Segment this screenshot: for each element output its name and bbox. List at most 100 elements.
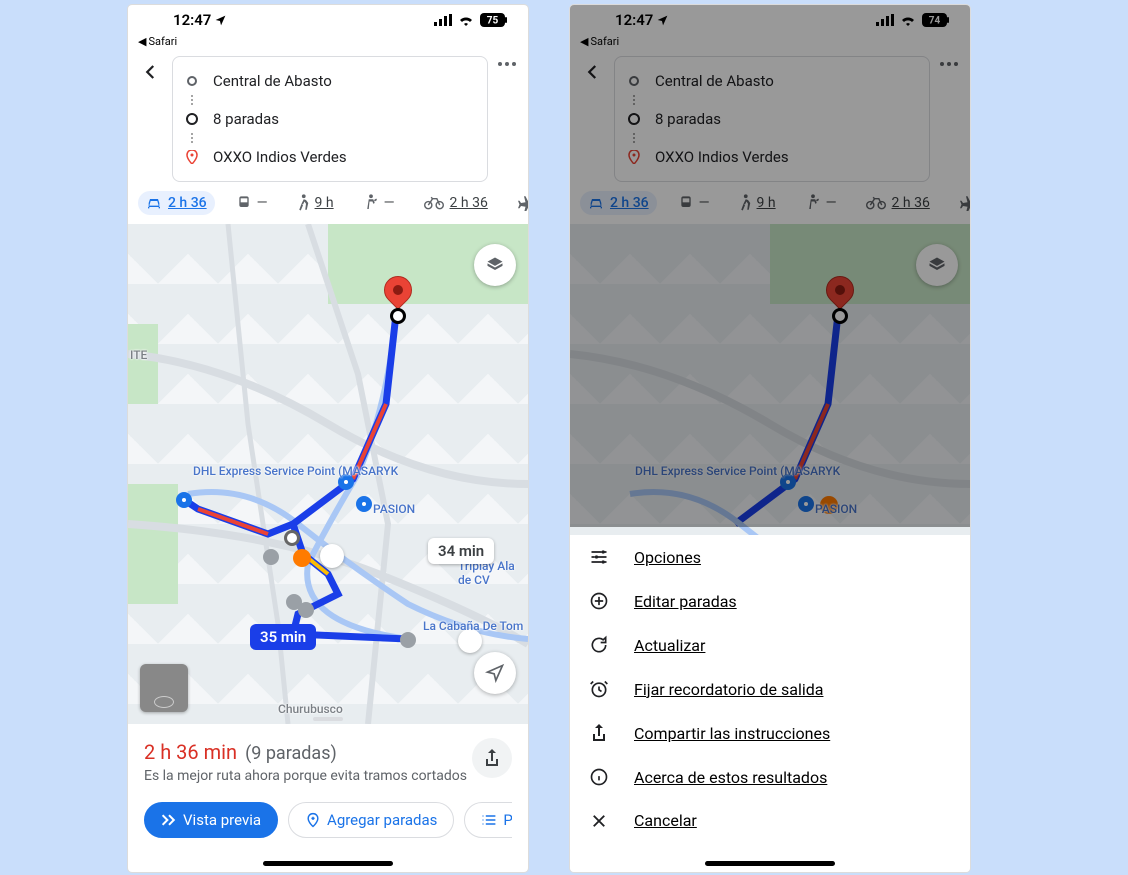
route-header: Central de Abasto 8 paradas OXXO Indios … [128,52,528,190]
add-circle-icon [588,591,610,611]
menu-options-label: Opciones [634,548,701,567]
menu-cancel-label: Cancelar [634,811,697,830]
menu-edit-stops[interactable]: Editar paradas [570,579,970,623]
menu-options[interactable]: Opciones [570,535,970,579]
mode-accessible-time: — [384,195,394,211]
sheet-handle[interactable] [313,717,343,721]
menu-share[interactable]: Compartir las instrucciones [570,711,970,755]
add-location-icon [305,812,321,828]
status-icons: 75 [434,13,508,27]
status-time: 12:47 [173,11,227,29]
share-button[interactable] [472,738,512,778]
back-button[interactable] [138,56,164,93]
more-options-button[interactable] [496,56,518,72]
svg-text:75: 75 [487,16,499,27]
my-location-button[interactable] [474,652,516,694]
bike-icon [424,196,444,210]
stop-marker[interactable] [176,492,192,508]
modal-scrim[interactable] [570,5,970,527]
map-poi-label: PASION [373,502,415,516]
walk-icon [297,194,309,212]
status-bar: 12:47 75 [128,5,528,35]
share-icon [483,748,501,768]
poi-marker-white[interactable] [320,544,344,568]
menu-reminder[interactable]: Fijar recordatorio de salida [570,667,970,711]
stop-dot-gray[interactable] [298,602,314,618]
mode-cycling[interactable]: 2 h 36 [416,191,496,215]
primary-route-time-bubble[interactable]: 35 min [250,624,316,650]
route-stops-count: (9 paradas) [245,743,337,764]
wave-icon [364,194,378,212]
location-arrow-icon [214,14,227,27]
train-icon [237,195,251,211]
add-stops-label: Agregar paradas [327,811,437,829]
mode-walking-time: 9 h [315,195,334,211]
stop-marker[interactable] [390,308,406,324]
info-icon [588,767,610,787]
back-to-app[interactable]: ◀ Safari [128,35,528,52]
phone-screenshot-right: 12:47 74 ◀ Safari Central de Abasto 8 pa… [570,5,970,872]
add-stops-button[interactable]: Agregar paradas [288,802,454,838]
mode-transit[interactable]: — [229,191,275,215]
phone-screenshot-left: 12:47 75 ◀ Safari Central de Abasto 8 pa… [128,5,528,872]
route-dots-icon [185,95,199,105]
mode-accessible[interactable]: — [356,190,402,216]
menu-cancel[interactable]: Cancelar [570,799,970,842]
home-indicator [705,861,835,866]
stops-circle-icon [185,113,199,125]
route-destination: OXXO Indios Verdes [213,148,347,166]
chevron-left-icon [142,63,160,81]
close-icon [588,812,610,830]
map-area-label: Churubusco [278,702,343,716]
map-view[interactable]: DHL Express Service Point (MASARYK PASIO… [128,224,528,724]
map-area-label: ITE [130,348,147,362]
alarm-icon [588,679,610,699]
alt-route-time-bubble[interactable]: 34 min [428,538,494,564]
mode-flight[interactable] [510,191,528,215]
layers-button[interactable] [474,244,516,286]
mode-driving[interactable]: 2 h 36 [138,191,215,215]
route-dots-icon [185,133,199,143]
wifi-icon [458,14,474,26]
list-icon [481,813,497,827]
stop-marker[interactable] [356,496,372,512]
stop-dot-gray[interactable] [263,549,279,565]
stop-dot-gray[interactable] [400,632,416,648]
cellular-icon [434,14,452,26]
home-indicator [263,861,393,866]
plane-icon [518,195,528,211]
preview-button[interactable]: Vista previa [144,802,278,838]
mode-driving-time: 2 h 36 [168,195,207,211]
menu-reminder-label: Fijar recordatorio de salida [634,680,823,699]
route-origin: Central de Abasto [213,72,332,90]
streetview-thumbnail[interactable] [140,664,188,712]
menu-edit-stops-label: Editar paradas [634,592,737,611]
preview-label: Vista previa [183,811,261,829]
tune-icon [588,547,610,567]
chevrons-right-icon [161,813,177,827]
route-description: Es la mejor ruta ahora porque evita tram… [144,768,512,784]
map-poi-label: DHL Express Service Point (MASARYK [193,464,398,478]
poi-marker[interactable] [293,549,311,567]
stop-marker[interactable] [284,530,300,546]
destination-pin-icon [185,150,199,164]
location-arrow-icon [485,663,505,683]
battery-icon: 75 [480,13,508,27]
car-icon [146,196,162,210]
steps-button[interactable]: Pasos [464,802,512,838]
menu-share-label: Compartir las instrucciones [634,724,830,743]
route-summary-card[interactable]: Central de Abasto 8 paradas OXXO Indios … [172,56,488,182]
refresh-icon [588,635,610,655]
steps-label: Pasos [503,811,512,829]
mode-transit-time: — [257,195,267,211]
layers-icon [485,255,505,275]
menu-about[interactable]: Acerca de estos resultados [570,755,970,799]
mode-cycling-time: 2 h 36 [450,195,488,211]
options-menu: Opciones Editar paradas Actualizar Fijar… [570,535,970,872]
mode-walking[interactable]: 9 h [289,190,342,216]
origin-circle-icon [185,75,199,87]
menu-refresh[interactable]: Actualizar [570,623,970,667]
bottom-sheet: 2 h 36 min (9 paradas) Es la mejor ruta … [128,724,528,848]
travel-mode-tabs: 2 h 36 — 9 h — 2 h 36 [128,190,528,224]
menu-about-label: Acerca de estos resultados [634,768,827,787]
